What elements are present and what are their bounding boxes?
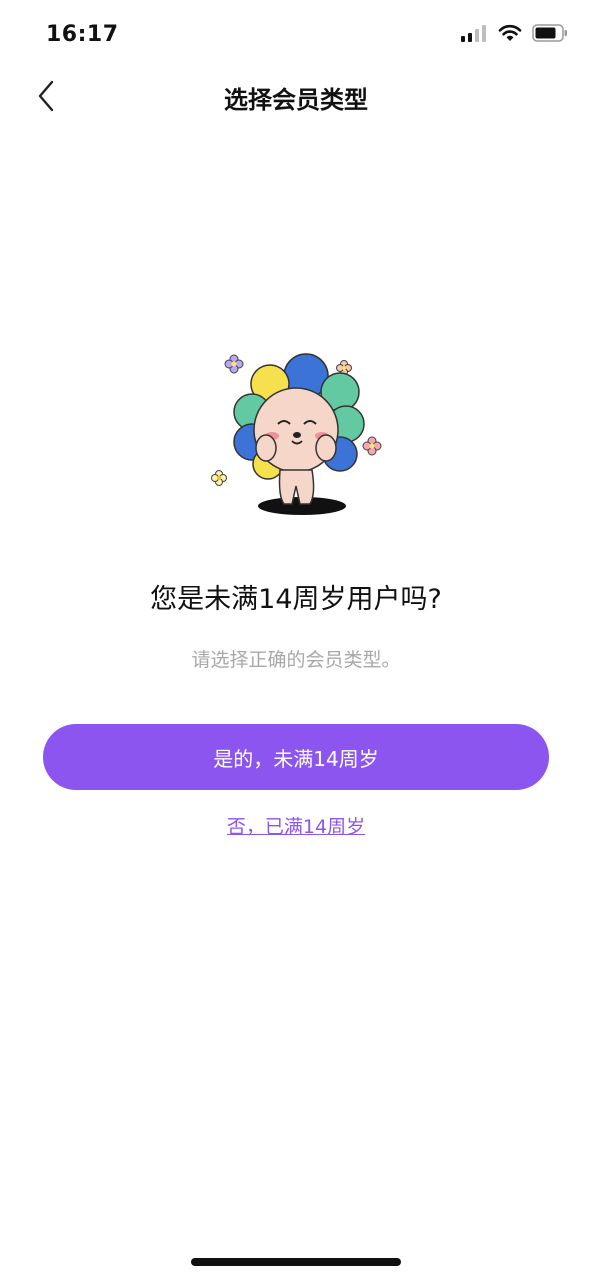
instruction-text: 请选择正确的会员类型。: [191, 649, 401, 671]
flower-pink-right: [362, 436, 382, 456]
page-title: 选择会员类型: [224, 86, 368, 114]
mascot-illustration: [211, 353, 382, 515]
no-link-container: 否，已满14周岁: [0, 812, 592, 839]
flower-purple: [224, 354, 244, 374]
battery-icon: [532, 24, 567, 42]
flower-yellow-left: [211, 470, 227, 486]
status-icons: [460, 24, 568, 42]
under-14-button[interactable]: 是的，未满14周岁: [43, 724, 549, 790]
over-14-link[interactable]: 否，已满14周岁: [227, 816, 365, 838]
wifi-icon: [498, 24, 522, 41]
home-indicator[interactable]: [191, 1258, 401, 1266]
status-time: 16:17: [46, 22, 119, 47]
age-question: 您是未满14周岁用户吗?: [150, 584, 442, 615]
signal-icon: [461, 25, 486, 42]
nav-bar: 选择会员类型: [0, 70, 592, 120]
status-bar: 16:17: [0, 0, 592, 70]
screen: 16:17 选择会员类型 您是未满14周岁用户吗? 请选择正确的会员类型。 是的…: [0, 0, 592, 1280]
